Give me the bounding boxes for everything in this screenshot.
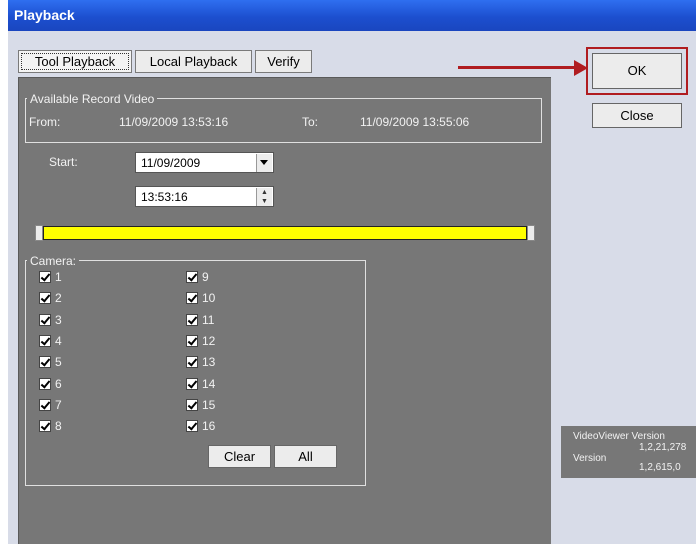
- tab-label: Local Playback: [149, 54, 238, 69]
- camera-checkbox-7[interactable]: 7: [39, 398, 62, 412]
- checkbox[interactable]: [39, 313, 51, 326]
- camera-label: 9: [202, 270, 209, 284]
- checkbox[interactable]: [186, 292, 198, 305]
- ok-button[interactable]: OK: [592, 53, 682, 89]
- camera-label: 6: [55, 376, 62, 391]
- camera-label: 7: [55, 397, 62, 412]
- version-value: 1,2,615,0: [639, 462, 681, 473]
- version-label: Version: [573, 453, 607, 464]
- checkbox[interactable]: [39, 356, 51, 369]
- record-video-legend: Available Record Video: [27, 92, 158, 106]
- spin-up-icon[interactable]: ▲: [257, 188, 272, 197]
- tab-label: Verify: [267, 54, 300, 69]
- all-label: All: [298, 449, 313, 464]
- camera-checkbox-12[interactable]: 12: [186, 334, 215, 348]
- camera-checkbox-11[interactable]: 11: [186, 313, 214, 327]
- checkbox[interactable]: [39, 420, 51, 433]
- tab-verify[interactable]: Verify: [255, 50, 312, 73]
- camera-checkbox-8[interactable]: 8: [39, 419, 62, 433]
- time-slider[interactable]: [35, 225, 535, 241]
- window-title: Playback: [14, 7, 75, 23]
- close-button[interactable]: Close: [592, 103, 682, 128]
- checkbox[interactable]: [186, 420, 198, 433]
- camera-label: 15: [202, 397, 216, 412]
- camera-label: 3: [55, 312, 62, 327]
- all-button[interactable]: All: [274, 445, 337, 468]
- camera-checkbox-6[interactable]: 6: [39, 377, 62, 391]
- from-value: 11/09/2009 13:53:16: [119, 115, 229, 129]
- clear-button[interactable]: Clear: [208, 445, 271, 468]
- camera-label: 1: [55, 270, 62, 284]
- slider-start-handle[interactable]: [35, 225, 43, 241]
- start-label: Start:: [49, 155, 78, 169]
- start-date-value: 11/09/2009: [141, 156, 201, 170]
- camera-label: 14: [202, 376, 216, 391]
- tab-label: Tool Playback: [34, 54, 116, 69]
- slider-end-handle[interactable]: [527, 225, 535, 241]
- checkbox[interactable]: [39, 398, 51, 411]
- camera-checkbox-2[interactable]: 2: [39, 291, 62, 305]
- checkbox[interactable]: [39, 271, 51, 283]
- tab-tool-playback[interactable]: Tool Playback: [18, 50, 132, 73]
- viewer-version-value: 1,2,21,278: [639, 442, 687, 453]
- camera-checkbox-10[interactable]: 10: [186, 291, 215, 305]
- camera-label: 13: [202, 355, 216, 370]
- camera-label: 11: [202, 312, 215, 327]
- camera-checkbox-15[interactable]: 15: [186, 398, 215, 412]
- annotation-arrow-line: [458, 66, 576, 69]
- title-bar: Playback: [8, 0, 696, 31]
- dropdown-button[interactable]: [256, 154, 272, 172]
- camera-label: 2: [55, 291, 62, 306]
- camera-label: 4: [55, 333, 62, 348]
- to-value: 11/09/2009 13:55:06: [360, 115, 470, 129]
- spin-down-icon[interactable]: ▼: [257, 197, 272, 206]
- checkbox[interactable]: [186, 398, 198, 411]
- chevron-down-icon: [260, 160, 268, 165]
- camera-label: 8: [55, 419, 62, 434]
- checkbox[interactable]: [39, 334, 51, 347]
- camera-checkbox-9[interactable]: 9: [186, 270, 209, 284]
- camera-checkbox-16[interactable]: 16: [186, 419, 215, 433]
- camera-label: 10: [202, 291, 216, 306]
- clear-label: Clear: [223, 449, 256, 464]
- checkbox[interactable]: [186, 377, 198, 390]
- to-label: To:: [302, 115, 319, 129]
- start-time-spinner[interactable]: 13:53:16 ▲ ▼: [135, 186, 274, 207]
- camera-checkbox-5[interactable]: 5: [39, 355, 62, 369]
- checkbox[interactable]: [186, 271, 198, 283]
- slider-fill: [43, 226, 527, 240]
- checkbox[interactable]: [186, 334, 198, 347]
- checkbox[interactable]: [186, 356, 198, 369]
- camera-checkbox-1[interactable]: 1: [39, 270, 62, 284]
- ok-label: OK: [627, 63, 647, 78]
- start-time-value: 13:53:16: [141, 190, 188, 204]
- annotation-arrow-head-icon: [574, 60, 588, 76]
- camera-checkbox-13[interactable]: 13: [186, 355, 215, 369]
- version-title: VideoViewer Version: [573, 431, 665, 442]
- playback-panel: Available Record Video From: 11/09/2009 …: [18, 77, 551, 544]
- checkbox[interactable]: [39, 377, 51, 390]
- checkbox[interactable]: [39, 292, 51, 305]
- checkbox[interactable]: [186, 313, 198, 326]
- camera-checkbox-14[interactable]: 14: [186, 377, 215, 391]
- camera-label: 16: [202, 419, 216, 434]
- camera-checkbox-4[interactable]: 4: [39, 334, 62, 348]
- camera-label: 5: [55, 355, 62, 370]
- tab-local-playback[interactable]: Local Playback: [135, 50, 252, 73]
- close-label: Close: [620, 108, 654, 123]
- camera-checkbox-3[interactable]: 3: [39, 313, 62, 327]
- from-label: From:: [29, 115, 61, 129]
- version-info: VideoViewer Version 1,2,21,278 Version 1…: [561, 426, 696, 478]
- camera-legend: Camera:: [27, 254, 80, 268]
- camera-label: 12: [202, 333, 216, 348]
- spin-buttons[interactable]: ▲ ▼: [256, 188, 272, 206]
- start-date-dropdown[interactable]: 11/09/2009: [135, 152, 274, 173]
